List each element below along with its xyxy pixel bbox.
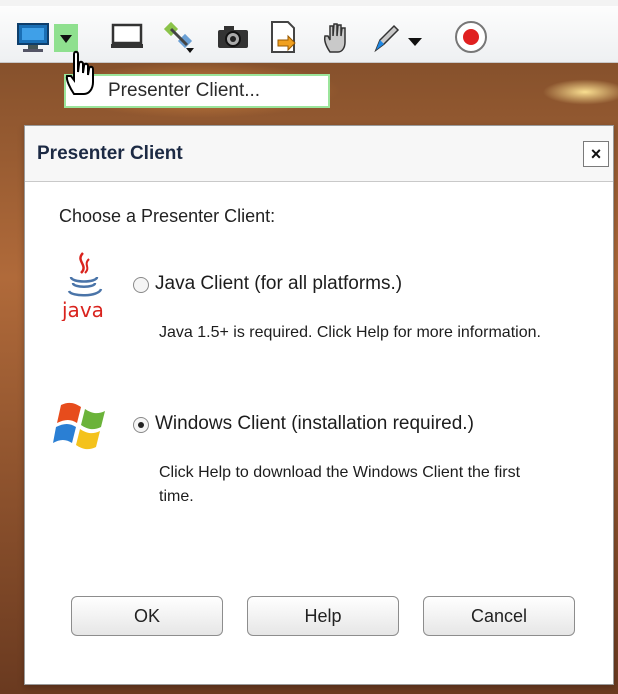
- share-document-icon[interactable]: [264, 18, 302, 56]
- dialog-title-bar: Presenter Client ×: [25, 126, 613, 182]
- windows-client-label: Windows Client (installation required.): [155, 413, 474, 434]
- java-client-label: Java Client (for all platforms.): [155, 273, 403, 294]
- pen-dropdown-arrow-icon[interactable]: [404, 18, 426, 56]
- java-logo-icon: java: [53, 251, 113, 322]
- monitor-icon[interactable]: [14, 18, 52, 56]
- camera-icon[interactable]: [214, 18, 252, 56]
- java-client-option: java Java Client (for all platforms.) Ja…: [25, 251, 615, 371]
- windows-client-radio[interactable]: [133, 417, 149, 433]
- cancel-button[interactable]: Cancel: [423, 596, 575, 636]
- choose-client-prompt: Choose a Presenter Client:: [59, 206, 276, 226]
- java-client-description: Java 1.5+ is required. Click Help for mo…: [159, 324, 541, 341]
- presenter-client-tooltip[interactable]: Presenter Client...: [64, 74, 330, 108]
- record-icon[interactable]: [452, 18, 490, 56]
- pen-icon[interactable]: [368, 18, 406, 56]
- help-button[interactable]: Help: [247, 596, 399, 636]
- windows-client-option: Windows Client (installation required.) …: [25, 391, 615, 511]
- close-button[interactable]: ×: [583, 141, 609, 167]
- dialog-title: Presenter Client: [37, 143, 183, 164]
- whiteboard-icon[interactable]: [108, 18, 146, 56]
- hand-icon[interactable]: [318, 18, 356, 56]
- windows-client-description: Click Help to download the Windows Clien…: [159, 464, 521, 505]
- hand-cursor-icon: [62, 48, 102, 96]
- tooltip-label: Presenter Client...: [108, 80, 261, 101]
- satellite-icon[interactable]: [160, 18, 198, 56]
- presenter-client-dialog: Presenter Client × Choose a Presenter Cl…: [24, 125, 614, 685]
- windows-logo-icon: [53, 391, 113, 455]
- ok-button[interactable]: OK: [71, 596, 223, 636]
- java-logo-text: java: [61, 298, 104, 321]
- java-client-radio[interactable]: [133, 277, 149, 293]
